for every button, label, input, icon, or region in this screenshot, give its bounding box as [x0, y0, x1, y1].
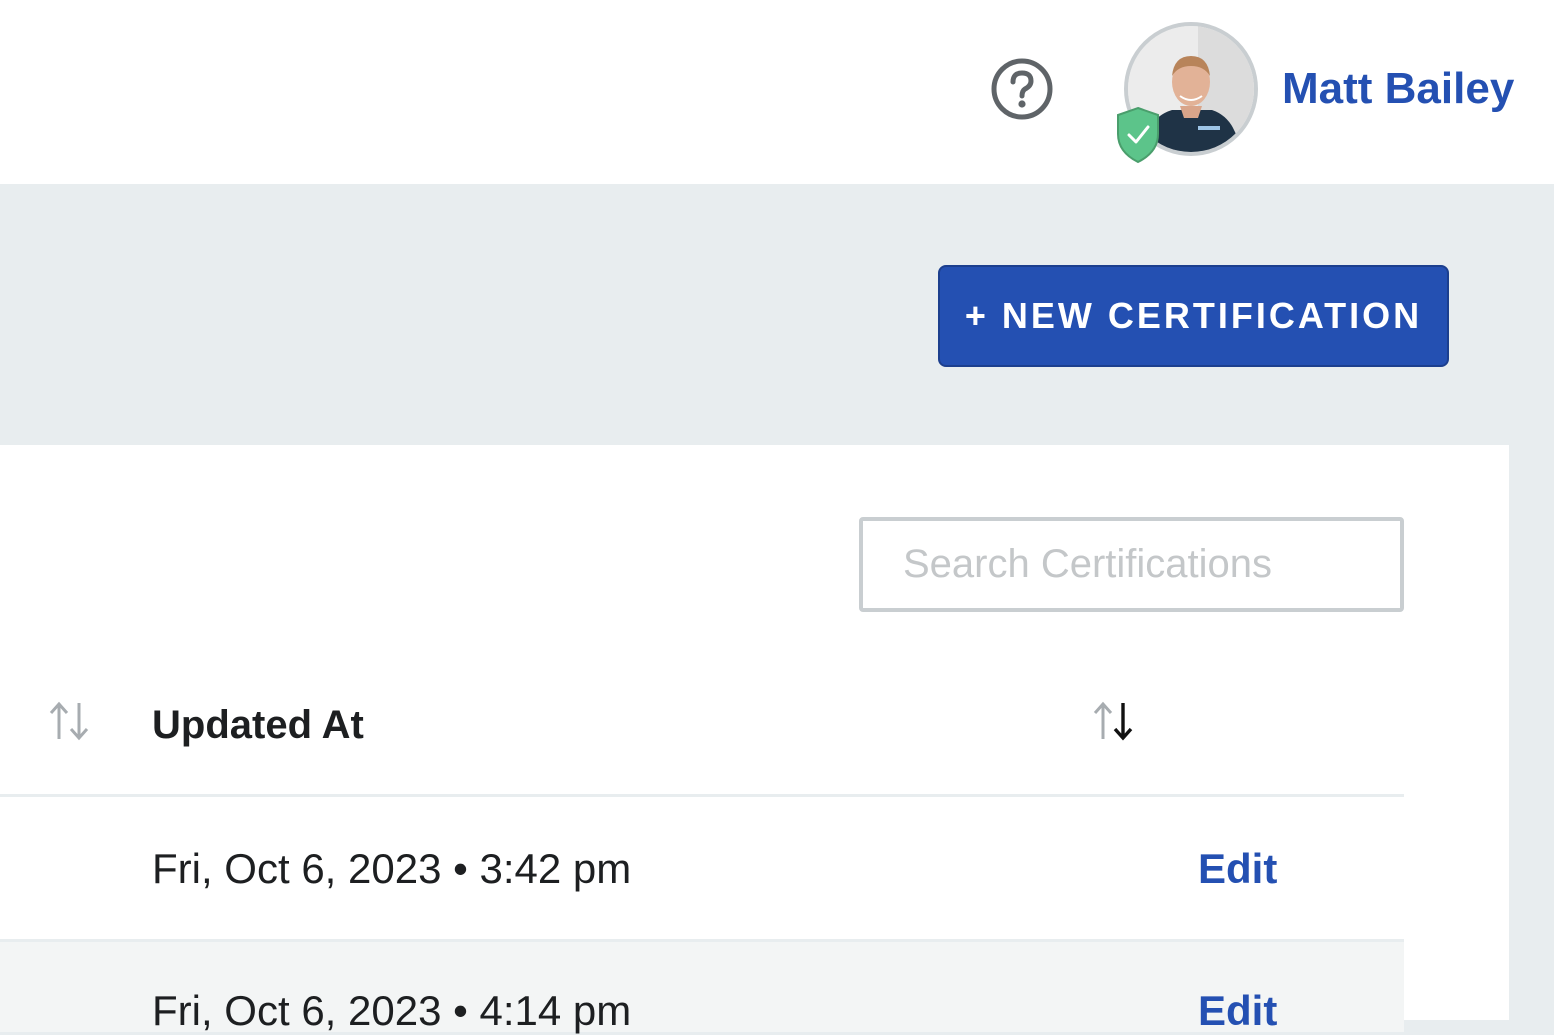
new-certification-button[interactable]: + NEW CERTIFICATION	[938, 265, 1449, 367]
column-header-updated-at[interactable]: Updated At	[152, 703, 364, 748]
search-input[interactable]	[859, 517, 1404, 612]
certifications-panel: Updated At Fri, Oct 6, 2023 • 3:42 pm Ed…	[0, 445, 1509, 1034]
edit-link[interactable]: Edit	[1198, 987, 1277, 1035]
top-bar: Matt Bailey	[0, 0, 1554, 184]
sort-arrows-icon[interactable]	[45, 699, 93, 743]
verified-shield-icon	[1117, 106, 1159, 164]
edit-link[interactable]: Edit	[1198, 845, 1277, 893]
table-cell-updated-at: Fri, Oct 6, 2023 • 3:42 pm	[152, 845, 632, 892]
table-cell-updated-at: Fri, Oct 6, 2023 • 4:14 pm	[152, 987, 632, 1034]
table-header-divider	[0, 794, 1404, 797]
sort-descending-icon[interactable]	[1089, 699, 1137, 743]
user-avatar-button[interactable]	[1117, 22, 1258, 164]
user-name-link[interactable]: Matt Bailey	[1282, 64, 1514, 114]
question-circle-icon[interactable]	[990, 57, 1054, 121]
